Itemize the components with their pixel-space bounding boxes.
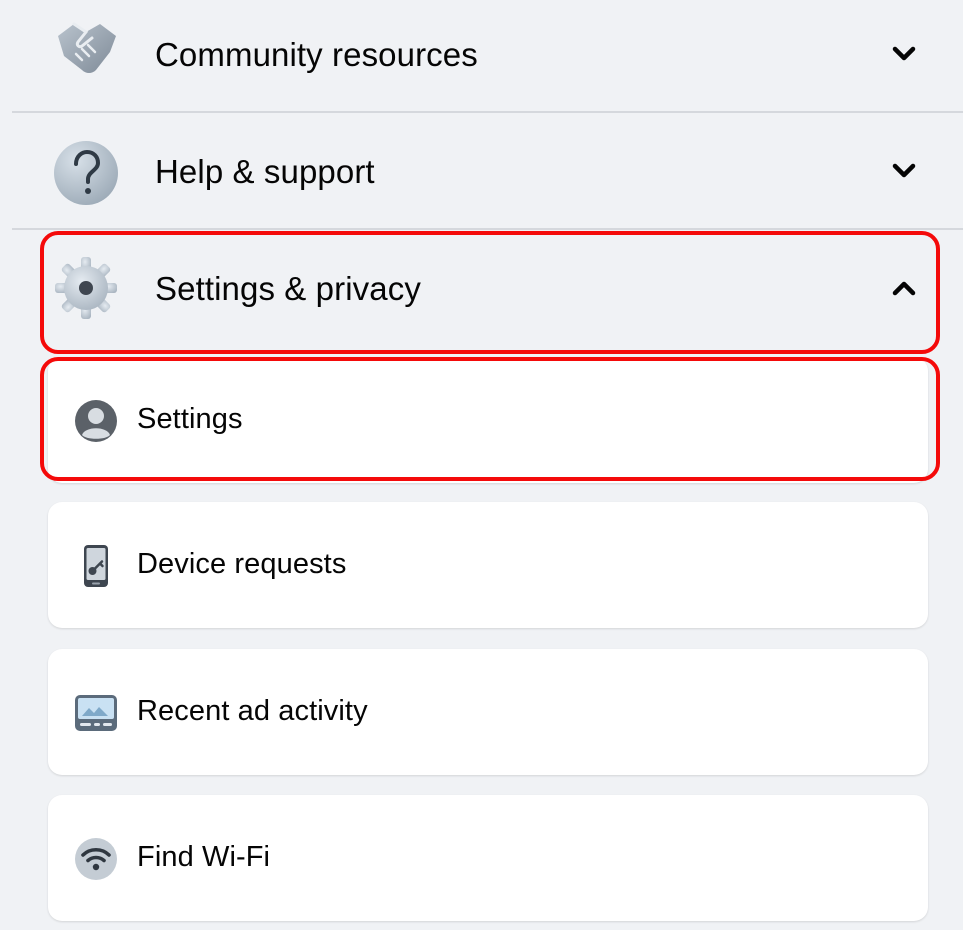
phone-key-icon (84, 545, 108, 587)
settings-item-find-wifi[interactable]: Find Wi-Fi (48, 795, 928, 921)
settings-item-label: Device requests (137, 548, 347, 580)
handshake-icon (58, 22, 116, 73)
settings-item-label: Recent ad activity (137, 695, 368, 727)
community-resources-row[interactable]: Community resources (0, 0, 963, 110)
settings-privacy-row[interactable]: Settings & privacy (0, 230, 963, 352)
gear-icon (55, 257, 117, 319)
settings-item-settings[interactable]: Settings (48, 357, 928, 483)
wifi-icon (75, 838, 117, 880)
ad-image-icon (75, 695, 117, 731)
profile-icon (75, 400, 117, 442)
settings-item-recent-ad-activity[interactable]: Recent ad activity (48, 649, 928, 775)
section-label-community-resources: Community resources (155, 36, 478, 73)
settings-item-label: Find Wi-Fi (137, 841, 271, 873)
question-mark-icon (54, 141, 118, 205)
help-support-row[interactable]: Help & support (0, 113, 963, 227)
chevron-up-icon[interactable] (888, 272, 920, 304)
settings-item-label: Settings (137, 403, 243, 435)
chevron-down-icon[interactable] (888, 155, 920, 187)
section-label-settings-privacy: Settings & privacy (155, 270, 421, 307)
settings-item-device-requests[interactable]: Device requests (48, 502, 928, 628)
section-label-help-support: Help & support (155, 153, 375, 190)
chevron-down-icon[interactable] (888, 38, 920, 70)
